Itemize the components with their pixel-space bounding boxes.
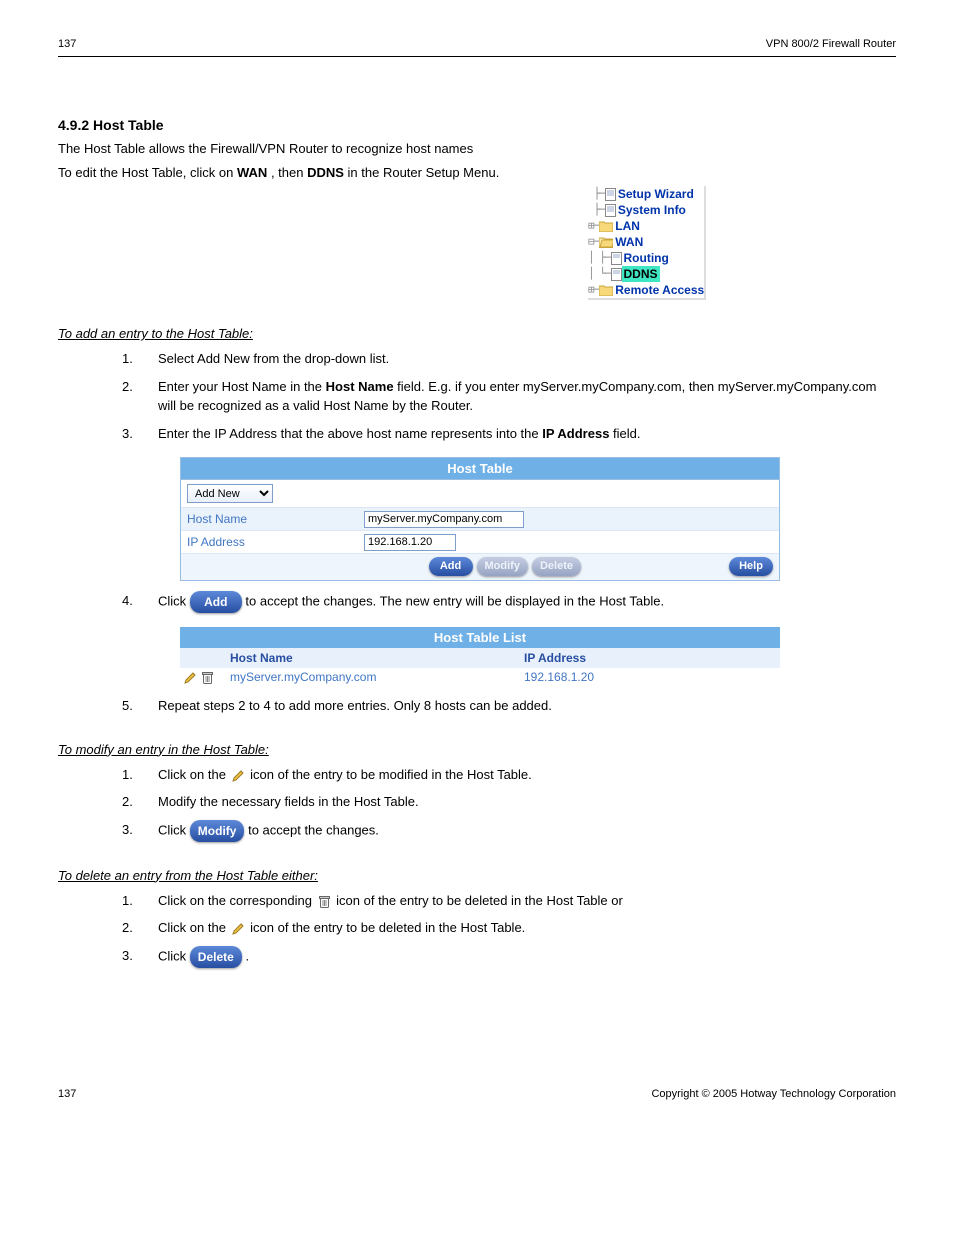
modify-step-3: 3. Click Modify to accept the changes. [122,820,896,842]
modify-button-disabled: Modify [477,557,528,576]
page-icon [605,204,616,217]
page-header: 137 VPN 800/2 Firewall Router [58,38,896,50]
header-left: 137 [58,38,76,50]
host-table-figure: Host Table Add New Host Name IP Address [180,457,780,581]
nav-label-remote-access: Remote Access [613,282,704,298]
row-ip[interactable]: 192.168.1.20 [518,670,780,684]
delete-step-3: 3. Click Delete . [122,946,896,968]
nav-label-setup-wizard: Setup Wizard [616,186,694,202]
header-right: VPN 800/2 Firewall Router [766,38,896,50]
delete-button-inline: Delete [190,946,242,968]
host-table-title: Host Table [181,458,779,480]
folder-icon [599,220,613,232]
nav-label-lan: LAN [613,218,640,234]
pencil-icon [232,769,245,782]
nav-system-info[interactable]: ├─ System Info [588,202,704,218]
section-heading: 4.9.2 Host Table [58,117,896,133]
section-para1: The Host Table allows the Firewall/VPN R… [58,139,896,159]
hostname-input[interactable] [364,511,524,528]
add-button[interactable]: Add [429,557,473,576]
ip-label: IP Address [181,531,361,553]
pencil-icon[interactable] [184,671,197,684]
nav-label-ddns: DDNS [622,266,660,282]
mode-select[interactable]: Add New [187,484,273,503]
footer-left: 137 [58,1088,76,1100]
host-list-title: Host Table List [180,627,780,648]
add-step-5: 5.Repeat steps 2 to 4 to add more entrie… [122,696,896,716]
add-entry-heading: To add an entry to the Host Table: [58,326,896,341]
add-step-3: 3. Enter the IP Address that the above h… [122,424,896,444]
nav-label-routing: Routing [622,250,669,266]
add-step-2: 2. Enter your Host Name in the Host Name… [122,377,896,416]
header-rule [58,56,896,57]
table-row: myServer.myCompany.com 192.168.1.20 [180,668,780,686]
section-para2: To edit the Host Table, click on WAN , t… [58,163,896,183]
trash-icon [318,895,331,908]
delete-step-1: 1. Click on the corresponding icon of th… [122,891,896,911]
nav-setup-wizard[interactable]: ├─ Setup Wizard [588,186,704,202]
page-icon [605,188,616,201]
nav-wan[interactable]: ⊟─ WAN [588,234,704,250]
pencil-icon [232,922,245,935]
nav-tree-figure: ├─ Setup Wizard ├─ System Info ⊞─ LAN ⊟─ [588,186,706,300]
nav-ddns[interactable]: │ └─ DDNS [588,266,704,282]
host-table-list-figure: Host Table List Host Name IP Address myS… [180,627,780,686]
delete-entry-heading: To delete an entry from the Host Table e… [58,868,896,883]
add-step-1: 1.Select Add New from the drop-down list… [122,349,896,369]
page-icon [611,268,622,281]
row-hostname[interactable]: myServer.myCompany.com [218,670,518,684]
nav-lan[interactable]: ⊞─ LAN [588,218,704,234]
section-number: 4.9.2 [58,117,89,133]
hostname-label: Host Name [181,508,361,530]
modify-entry-heading: To modify an entry in the Host Table: [58,742,896,757]
col-hostname: Host Name [218,651,518,665]
delete-step-2: 2. Click on the icon of the entry to be … [122,918,896,938]
modify-button-inline: Modify [190,820,245,842]
section-title-text: Host Table [93,117,164,133]
modify-step-2: 2.Modify the necessary fields in the Hos… [122,792,896,812]
page-footer: 137 Copyright © 2005 Hotway Technology C… [58,1088,896,1100]
footer-right: Copyright © 2005 Hotway Technology Corpo… [651,1088,896,1100]
ip-input[interactable] [364,534,456,551]
nav-routing[interactable]: │ ├─ Routing [588,250,704,266]
col-ip: IP Address [518,651,780,665]
nav-label-system-info: System Info [616,202,686,218]
add-button-inline: Add [190,591,242,613]
page-icon [611,252,622,265]
nav-label-wan: WAN [613,234,643,250]
folder-open-icon [599,236,613,248]
modify-step-1: 1. Click on the icon of the entry to be … [122,765,896,785]
nav-remote-access[interactable]: ⊞─ Remote Access [588,282,704,298]
trash-icon[interactable] [201,671,214,684]
help-button[interactable]: Help [729,557,773,576]
folder-icon [599,284,613,296]
add-step-4: 4. Click Add to accept the changes. The … [122,591,896,613]
delete-button-disabled: Delete [532,557,581,576]
